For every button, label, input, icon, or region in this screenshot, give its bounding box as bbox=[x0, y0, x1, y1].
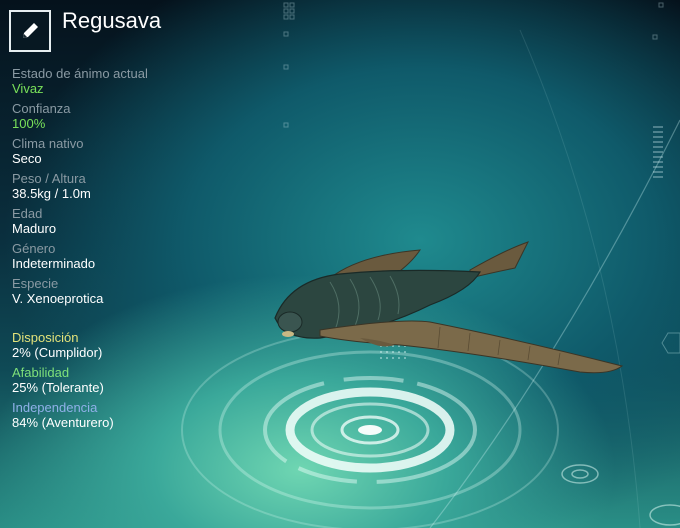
stat-age: Edad Maduro bbox=[12, 206, 252, 237]
stat-value: Seco bbox=[12, 151, 42, 166]
creature-model bbox=[274, 241, 624, 374]
pencil-icon bbox=[23, 23, 38, 38]
trait-affability: Afabilidad 25% (Tolerante) bbox=[12, 365, 252, 396]
trait-value: 25% (Tolerante) bbox=[12, 380, 104, 395]
stat-label: Especie bbox=[12, 276, 59, 291]
trait-label: Afabilidad bbox=[12, 365, 70, 380]
stat-label: Género bbox=[12, 241, 56, 256]
trait-label: Disposición bbox=[12, 330, 79, 345]
trait-value: 84% (Aventurero) bbox=[12, 415, 114, 430]
stat-value: 100% bbox=[12, 116, 46, 131]
stat-value: V. Xenoeprotica bbox=[12, 291, 104, 306]
trait-label: Independencia bbox=[12, 400, 98, 415]
trait-independence: Independencia 84% (Aventurero) bbox=[12, 400, 252, 431]
stat-label: Clima nativo bbox=[12, 136, 84, 151]
edit-name-button[interactable] bbox=[9, 10, 51, 52]
stat-value: Indeterminado bbox=[12, 256, 96, 271]
trait-value: 2% (Cumplidor) bbox=[12, 345, 103, 360]
stat-trust: Confianza 100% bbox=[12, 101, 252, 132]
stat-value: 38.5kg / 1.0m bbox=[12, 186, 91, 201]
stat-gender: Género Indeterminado bbox=[12, 241, 252, 272]
stat-label: Confianza bbox=[12, 101, 71, 116]
traits-panel: Disposición 2% (Cumplidor) Afabilidad 25… bbox=[12, 330, 252, 435]
stats-panel: Estado de ánimo actual Vivaz Confianza 1… bbox=[12, 66, 252, 311]
stat-value: Vivaz bbox=[12, 81, 44, 96]
stat-label: Estado de ánimo actual bbox=[12, 66, 148, 81]
stat-mood: Estado de ánimo actual Vivaz bbox=[12, 66, 252, 97]
stat-climate: Clima nativo Seco bbox=[12, 136, 252, 167]
creature-name: Regusava bbox=[62, 8, 162, 33]
stat-label: Peso / Altura bbox=[12, 171, 86, 186]
stat-species: Especie V. Xenoeprotica bbox=[12, 276, 252, 307]
trait-disposition: Disposición 2% (Cumplidor) bbox=[12, 330, 252, 361]
stat-value: Maduro bbox=[12, 221, 57, 236]
stat-label: Edad bbox=[12, 206, 43, 221]
stat-weight-height: Peso / Altura 38.5kg / 1.0m bbox=[12, 171, 252, 202]
